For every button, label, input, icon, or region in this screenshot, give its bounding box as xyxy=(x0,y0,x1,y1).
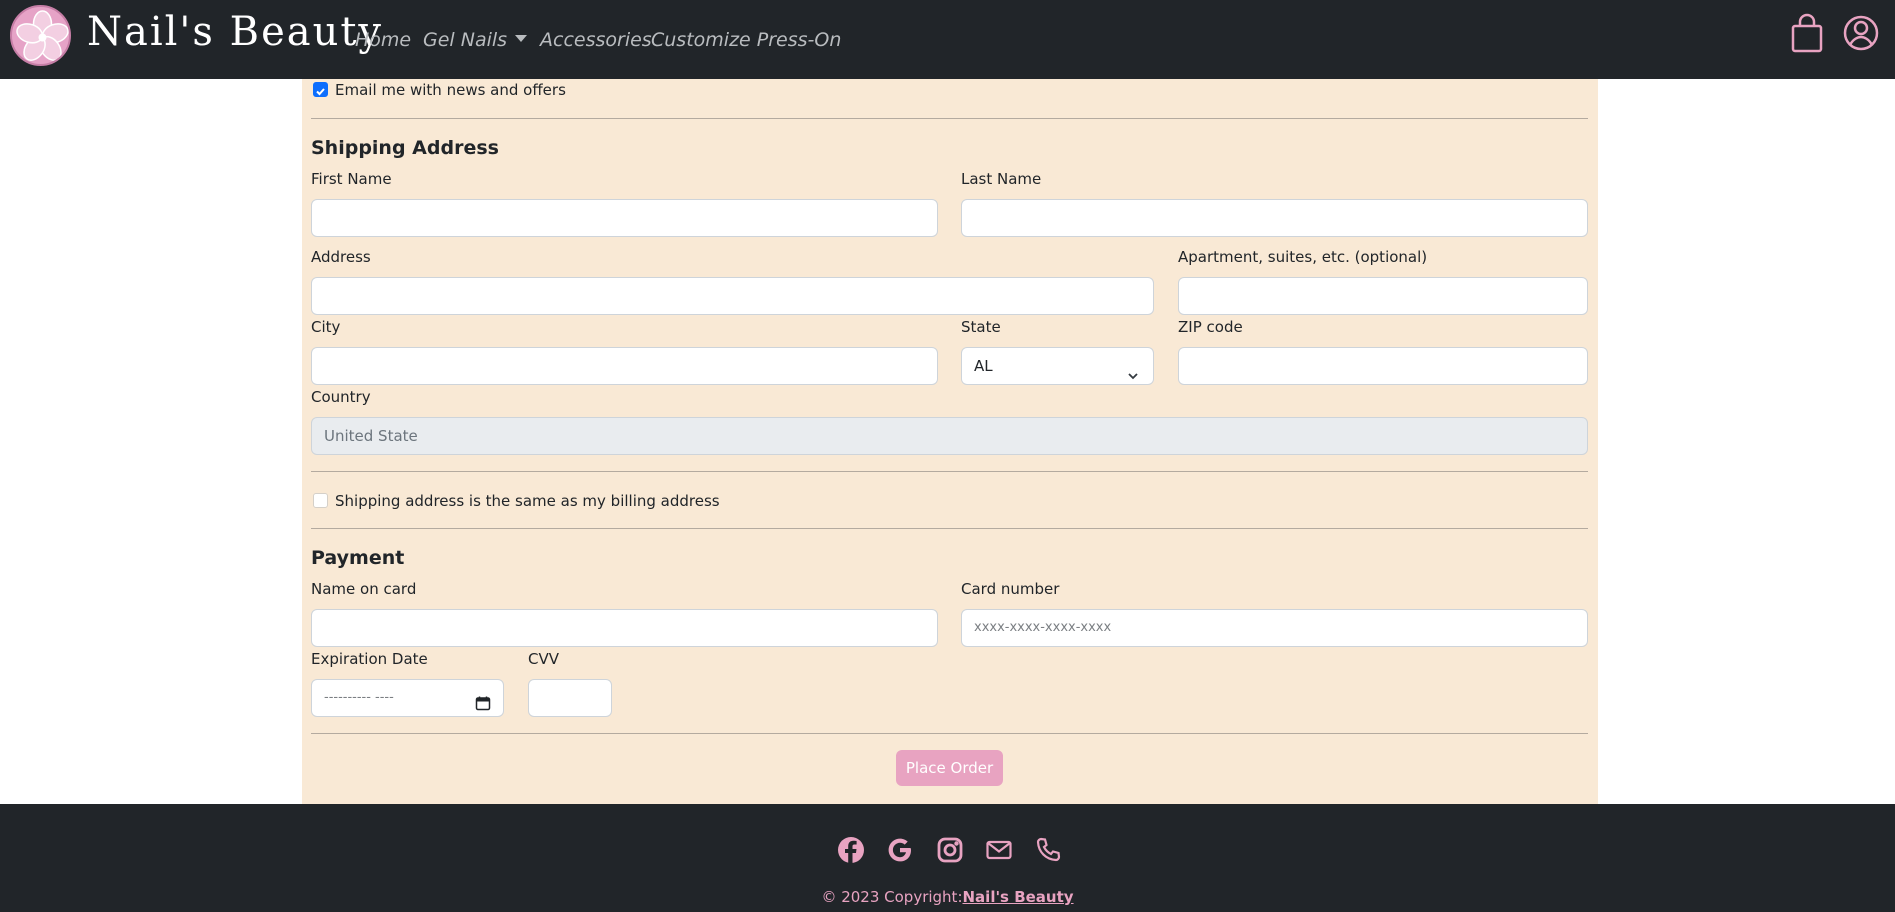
place-order-button[interactable]: Place Order xyxy=(896,750,1003,786)
facebook-icon[interactable] xyxy=(837,836,865,864)
copyright-link[interactable]: Nail's Beauty xyxy=(963,888,1074,906)
caret-down-icon xyxy=(515,35,528,42)
state-select[interactable]: AL xyxy=(961,347,1154,385)
newsletter-checkbox[interactable] xyxy=(313,82,328,97)
apartment-label: Apartment, suites, etc. (optional) xyxy=(1178,248,1428,266)
footer: © 2023 Copyright:Nail's Beauty xyxy=(0,804,1895,912)
shipping-heading: Shipping Address xyxy=(311,137,499,159)
copyright: © 2023 Copyright:Nail's Beauty xyxy=(0,888,1895,906)
same-address-checkbox[interactable] xyxy=(313,493,328,508)
address-label: Address xyxy=(311,248,371,266)
same-address-label: Shipping address is the same as my billi… xyxy=(335,492,720,510)
name-on-card-input[interactable] xyxy=(311,609,938,647)
first-name-input[interactable] xyxy=(311,199,938,237)
calendar-icon[interactable] xyxy=(475,690,491,711)
card-number-input[interactable]: xxxx-xxxx-xxxx-xxxx xyxy=(961,609,1588,647)
user-icon[interactable] xyxy=(1842,13,1880,53)
country-input: United State xyxy=(311,417,1588,455)
mail-icon[interactable] xyxy=(985,836,1013,864)
zip-label: ZIP code xyxy=(1178,318,1243,336)
first-name-label: First Name xyxy=(311,170,392,188)
divider xyxy=(311,733,1588,734)
google-icon[interactable] xyxy=(886,836,914,864)
instagram-icon[interactable] xyxy=(936,836,964,864)
nav-home[interactable]: Home xyxy=(355,29,411,51)
zip-input[interactable] xyxy=(1178,347,1588,385)
cvv-label: CVV xyxy=(528,650,559,668)
state-select-value: AL xyxy=(974,357,993,375)
expiration-date-input[interactable]: ---------- ---- xyxy=(311,679,504,717)
nav-customize-press-on[interactable]: Customize Press-On xyxy=(651,29,841,51)
address-input[interactable] xyxy=(311,277,1154,315)
nav-gel-nails-label: Gel Nails xyxy=(423,29,508,51)
bag-icon[interactable] xyxy=(1788,13,1826,53)
nav-accessories[interactable]: Accessories xyxy=(540,29,652,51)
apartment-input[interactable] xyxy=(1178,277,1588,315)
city-input[interactable] xyxy=(311,347,938,385)
brand-name[interactable]: Nail's Beauty xyxy=(87,8,383,56)
navbar: Nail's Beauty Home Gel Nails Accessories… xyxy=(0,0,1895,79)
card-number-label: Card number xyxy=(961,580,1060,598)
state-label: State xyxy=(961,318,1001,336)
divider xyxy=(311,118,1588,119)
city-label: City xyxy=(311,318,341,336)
flower-logo-icon[interactable] xyxy=(10,5,71,66)
newsletter-label: Email me with news and offers xyxy=(335,81,566,99)
phone-icon[interactable] xyxy=(1034,836,1062,864)
last-name-label: Last Name xyxy=(961,170,1042,188)
last-name-input[interactable] xyxy=(961,199,1588,237)
divider xyxy=(311,471,1588,472)
name-on-card-label: Name on card xyxy=(311,580,417,598)
divider xyxy=(311,528,1588,529)
country-label: Country xyxy=(311,388,371,406)
payment-heading: Payment xyxy=(311,547,405,569)
cvv-input[interactable] xyxy=(528,679,612,717)
expiration-label: Expiration Date xyxy=(311,650,428,668)
chevron-down-icon xyxy=(1127,359,1139,380)
nav-gel-nails-dropdown[interactable]: Gel Nails xyxy=(423,29,528,51)
copyright-text: © 2023 Copyright: xyxy=(821,888,963,906)
expiration-placeholder: ---------- ---- xyxy=(324,690,394,705)
